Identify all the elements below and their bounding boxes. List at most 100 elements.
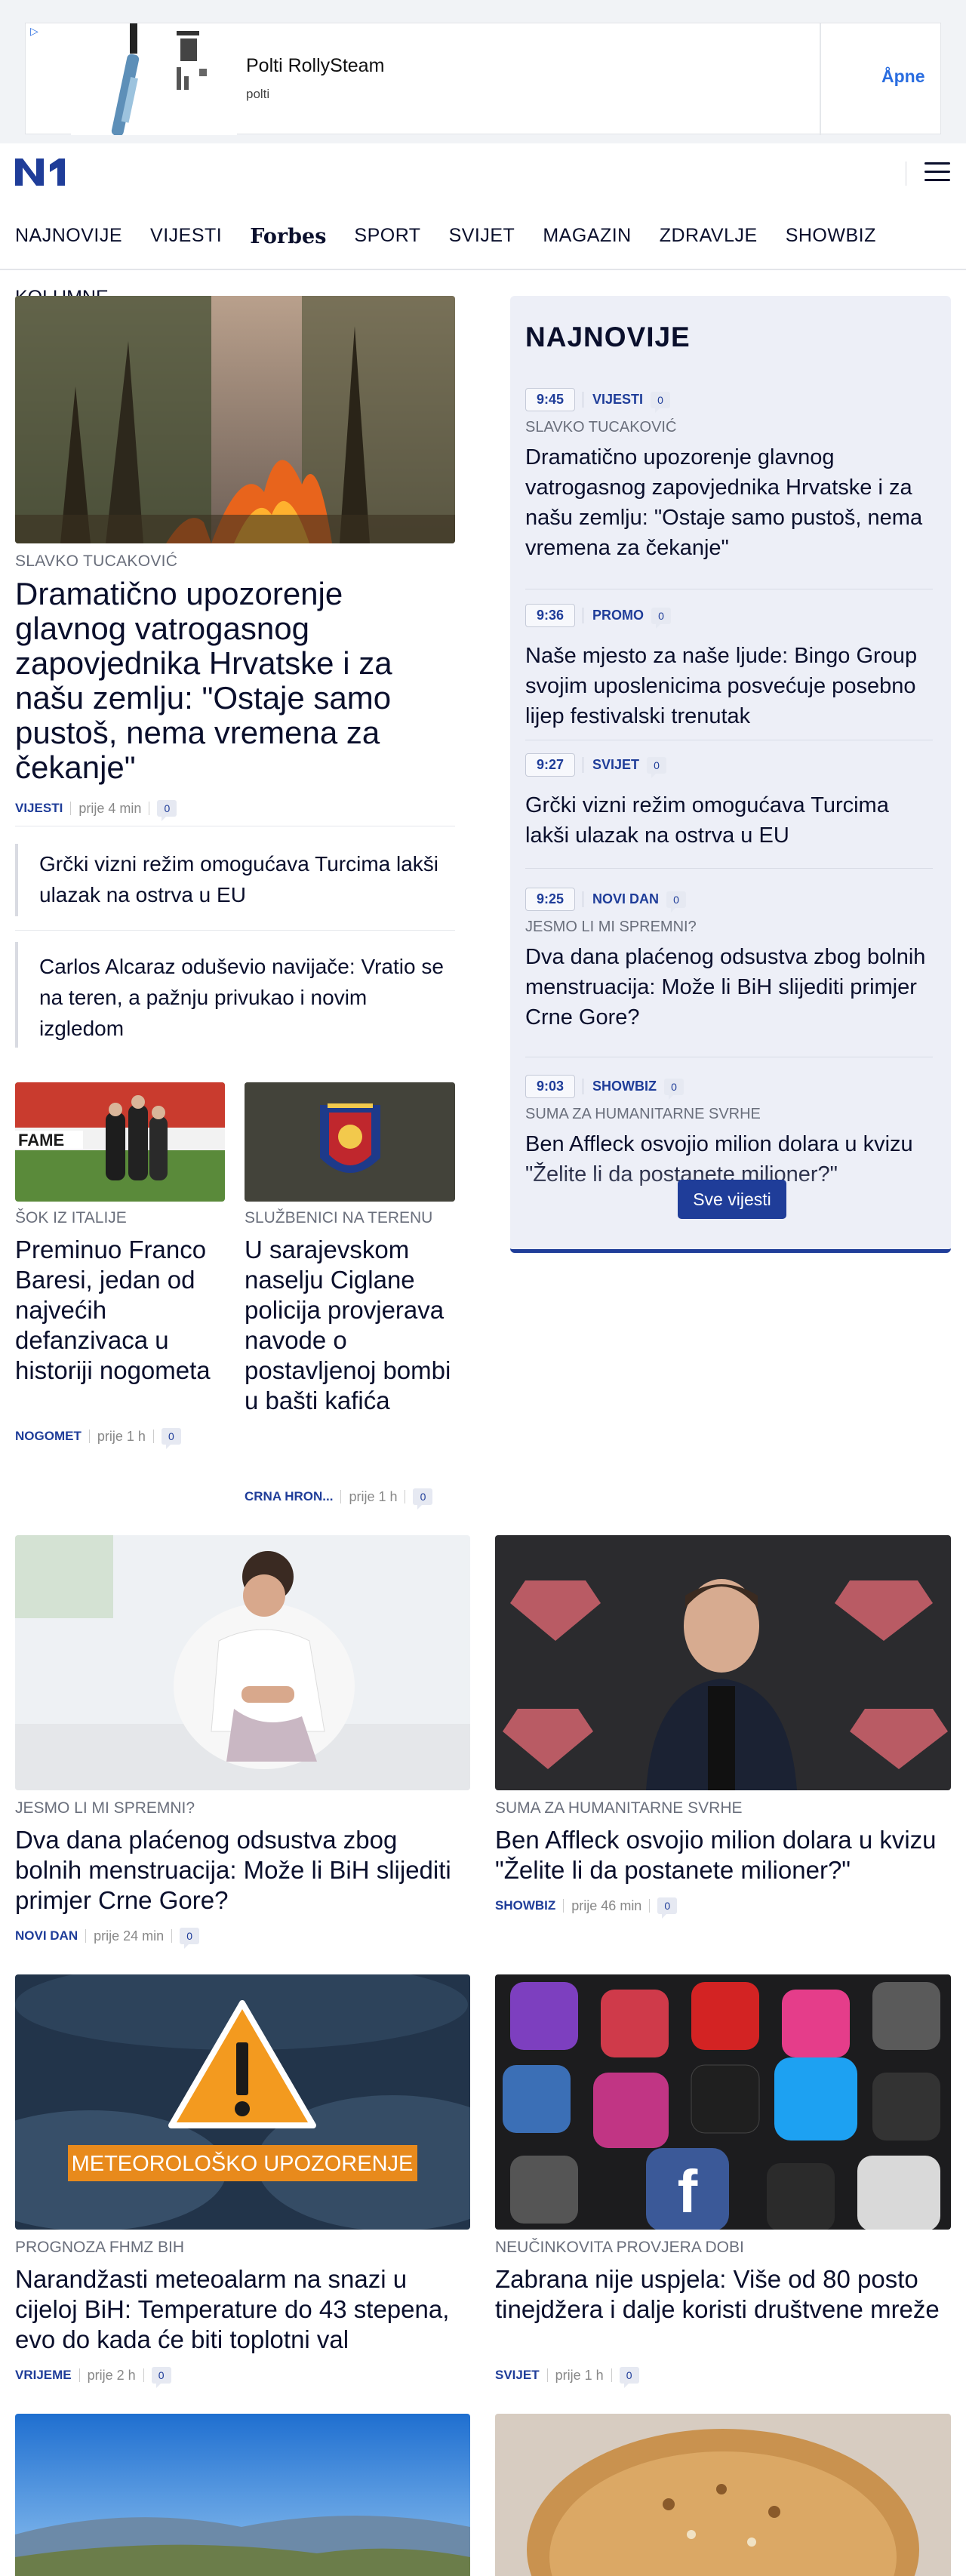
nav-item-vijesti[interactable]: VIJESTI bbox=[150, 225, 222, 248]
grid-image-meteoalarm[interactable]: METEOROLOŠKO UPOZORENJE bbox=[15, 1974, 470, 2230]
meta-separator bbox=[340, 1490, 342, 1503]
sidebar-item-time: 9:45 bbox=[525, 388, 576, 411]
grid-image-affleck[interactable] bbox=[495, 1535, 951, 1790]
grid-kicker: JESMO LI MI SPREMNI? bbox=[15, 1799, 195, 1817]
sidebar-title: NAJNOVIJE bbox=[525, 322, 691, 352]
sidebar-item-category[interactable]: SHOWBIZ bbox=[583, 1079, 657, 1094]
n1-logo[interactable] bbox=[15, 157, 69, 187]
meteo-image-text: METEOROLOŠKO UPOZORENJE bbox=[72, 2150, 414, 2176]
grid-time: prije 46 min bbox=[571, 1897, 642, 1913]
lead-image[interactable] bbox=[15, 296, 455, 543]
grid-meta: SHOWBIZ prije 46 min 0 bbox=[495, 1897, 678, 1919]
grid-kicker: NEUČINKOVITA PROVJERA DOBI bbox=[495, 2239, 744, 2256]
grid-meta: VRIJEME prije 2 h 0 bbox=[15, 2367, 171, 2388]
comment-count-icon[interactable]: 0 bbox=[647, 756, 667, 778]
comment-count-icon[interactable]: 0 bbox=[666, 891, 687, 913]
grid-image-menstruation[interactable] bbox=[15, 1535, 470, 1790]
main-nav: NAJNOVIJE VIJESTI Forbes SPORT SVIJET MA… bbox=[15, 225, 904, 248]
lead-meta: VIJESTI prije 4 min 0 bbox=[15, 800, 177, 821]
card-image-police[interactable] bbox=[245, 1082, 455, 1202]
sidebar-item-time: 9:03 bbox=[525, 1075, 576, 1098]
sidebar-item-time: 9:25 bbox=[525, 888, 576, 911]
nav-divider bbox=[0, 269, 966, 270]
meta-separator bbox=[88, 1430, 90, 1443]
card-category[interactable]: NOGOMET bbox=[15, 1429, 82, 1444]
grid-category[interactable]: VRIJEME bbox=[15, 2368, 72, 2383]
meta-separator bbox=[152, 1430, 154, 1443]
sidebar-news-item[interactable]: 9:25 NOVI DAN 0 JESMO LI MI SPREMNI? Dva… bbox=[525, 888, 933, 1033]
ad-title[interactable]: Polti RollySteam bbox=[246, 55, 384, 77]
comment-count-icon[interactable]: 0 bbox=[413, 1488, 433, 1510]
comment-count-icon[interactable]: 0 bbox=[157, 800, 177, 821]
sidebar-item-headline[interactable]: Naše mjesto za naše ljude: Bingo Group s… bbox=[525, 641, 933, 731]
nav-item-zdravlje[interactable]: ZDRAVLJE bbox=[660, 225, 758, 248]
ad-banner: ▷ Polti RollySteam polti Åpne bbox=[0, 0, 966, 143]
card-headline[interactable]: Preminuo Franco Baresi, jedan od najveći… bbox=[15, 1235, 226, 1386]
sidebar-item-time: 9:27 bbox=[525, 753, 576, 777]
sidebar-item-headline[interactable]: Grčki vizni režim omogućava Turcima lakš… bbox=[525, 790, 933, 851]
card-time: prije 1 h bbox=[349, 1488, 398, 1504]
sidebar-news-item[interactable]: 9:45 VIJESTI 0 SLAVKO TUCAKOVIĆ Dramatič… bbox=[525, 388, 933, 563]
sidebar-item-headline[interactable]: Dramatično upozorenje glavnog vatrogasno… bbox=[525, 442, 933, 563]
sidebar-item-headline[interactable]: Dva dana plaćenog odsustva zbog bolnih m… bbox=[525, 942, 933, 1033]
comment-count-icon[interactable]: 0 bbox=[664, 1078, 685, 1100]
grid-headline[interactable]: Dva dana plaćenog odsustva zbog bolnih m… bbox=[15, 1825, 460, 1916]
sidebar-item-category[interactable]: VIJESTI bbox=[583, 392, 643, 408]
meta-separator bbox=[546, 2368, 548, 2382]
grid-image-social[interactable]: f bbox=[495, 1974, 951, 2230]
all-news-button[interactable]: Sve vijesti bbox=[678, 1180, 786, 1219]
card-image-baresi[interactable]: FAME bbox=[15, 1082, 225, 1202]
nav-item-sport[interactable]: SPORT bbox=[354, 225, 420, 248]
meta-separator bbox=[78, 2368, 80, 2382]
ad-open-button[interactable]: Åpne bbox=[881, 66, 925, 87]
grid-category[interactable]: SVIJET bbox=[495, 2368, 540, 2383]
sidebar-item-kicker: SUMA ZA HUMANITARNE SVRHE bbox=[525, 1106, 761, 1122]
ad-advertiser: polti bbox=[246, 87, 270, 101]
comment-count-icon[interactable]: 0 bbox=[151, 2367, 171, 2388]
nav-item-svijet[interactable]: SVIJET bbox=[449, 225, 515, 248]
sidebar-item-category[interactable]: PROMO bbox=[583, 608, 644, 623]
card-meta: NOGOMET prije 1 h 0 bbox=[15, 1428, 181, 1449]
sidebar-item-category[interactable]: SVIJET bbox=[583, 757, 639, 773]
sidebar-item-category[interactable]: NOVI DAN bbox=[583, 891, 659, 907]
nav-item-forbes[interactable]: Forbes bbox=[250, 225, 326, 248]
grid-meta: NOVI DAN prije 24 min 0 bbox=[15, 1928, 200, 1949]
grid-headline[interactable]: Zabrana nije uspjela: Više od 80 posto t… bbox=[495, 2264, 951, 2325]
grid-category[interactable]: NOVI DAN bbox=[15, 1928, 78, 1944]
card-meta: CRNA HRON... prije 1 h 0 bbox=[245, 1488, 433, 1510]
grid-category[interactable]: SHOWBIZ bbox=[495, 1898, 555, 1913]
meta-separator bbox=[649, 1899, 651, 1913]
sidebar-item-kicker: JESMO LI MI SPREMNI? bbox=[525, 919, 697, 935]
nav-item-showbiz[interactable]: SHOWBIZ bbox=[786, 225, 876, 248]
ad-product-image[interactable] bbox=[71, 23, 237, 135]
comment-count-icon[interactable]: 0 bbox=[651, 607, 672, 629]
nav-item-magazin[interactable]: MAGAZIN bbox=[543, 225, 631, 248]
card-time: prije 1 h bbox=[97, 1428, 146, 1444]
lead-category[interactable]: VIJESTI bbox=[15, 801, 63, 816]
ad-card[interactable]: ▷ Polti RollySteam polti Åpne bbox=[25, 23, 941, 135]
comment-count-icon[interactable]: 0 bbox=[180, 1928, 200, 1949]
grid-time: prije 1 h bbox=[555, 2367, 604, 2383]
comment-count-icon[interactable]: 0 bbox=[619, 2367, 639, 2388]
sidebar-news-item[interactable]: 9:27 SVIJET 0 Grčki vizni režim omogućav… bbox=[525, 753, 933, 851]
nav-item-najnovije[interactable]: NAJNOVIJE bbox=[15, 225, 122, 248]
comment-count-icon[interactable]: 0 bbox=[161, 1428, 181, 1449]
related-link-1[interactable]: Grčki vizni režim omogućava Turcima lakš… bbox=[15, 844, 455, 916]
meta-separator bbox=[143, 2368, 144, 2382]
adchoices-icon[interactable]: ▷ bbox=[30, 25, 38, 38]
comment-count-icon[interactable]: 0 bbox=[657, 1897, 678, 1919]
grid-headline[interactable]: Narandžasti meteoalarm na snazi u cijelo… bbox=[15, 2264, 468, 2355]
related-link-2[interactable]: Carlos Alcaraz oduševio navijače: Vratio… bbox=[15, 942, 455, 1048]
grid-image-food[interactable] bbox=[495, 2414, 951, 2576]
comment-count-icon[interactable]: 0 bbox=[651, 391, 671, 413]
menu-icon[interactable] bbox=[924, 162, 950, 183]
grid-headline[interactable]: Ben Affleck osvojio milion dolara u kviz… bbox=[495, 1825, 951, 1885]
lead-headline[interactable]: Dramatično upozorenje glavnog vatrogasno… bbox=[15, 577, 449, 785]
grid-image-landscape[interactable] bbox=[15, 2414, 470, 2576]
sidebar-news-item[interactable]: 9:36 PROMO 0 Naše mjesto za naše ljude: … bbox=[525, 604, 933, 731]
card-category[interactable]: CRNA HRON... bbox=[245, 1489, 333, 1504]
lead-time: prije 4 min bbox=[78, 800, 142, 816]
card-kicker: SLUŽBENICI NA TERENU bbox=[245, 1209, 433, 1226]
svg-text:f: f bbox=[678, 2158, 698, 2225]
card-headline[interactable]: U sarajevskom naselju Ciglane policija p… bbox=[245, 1235, 456, 1416]
